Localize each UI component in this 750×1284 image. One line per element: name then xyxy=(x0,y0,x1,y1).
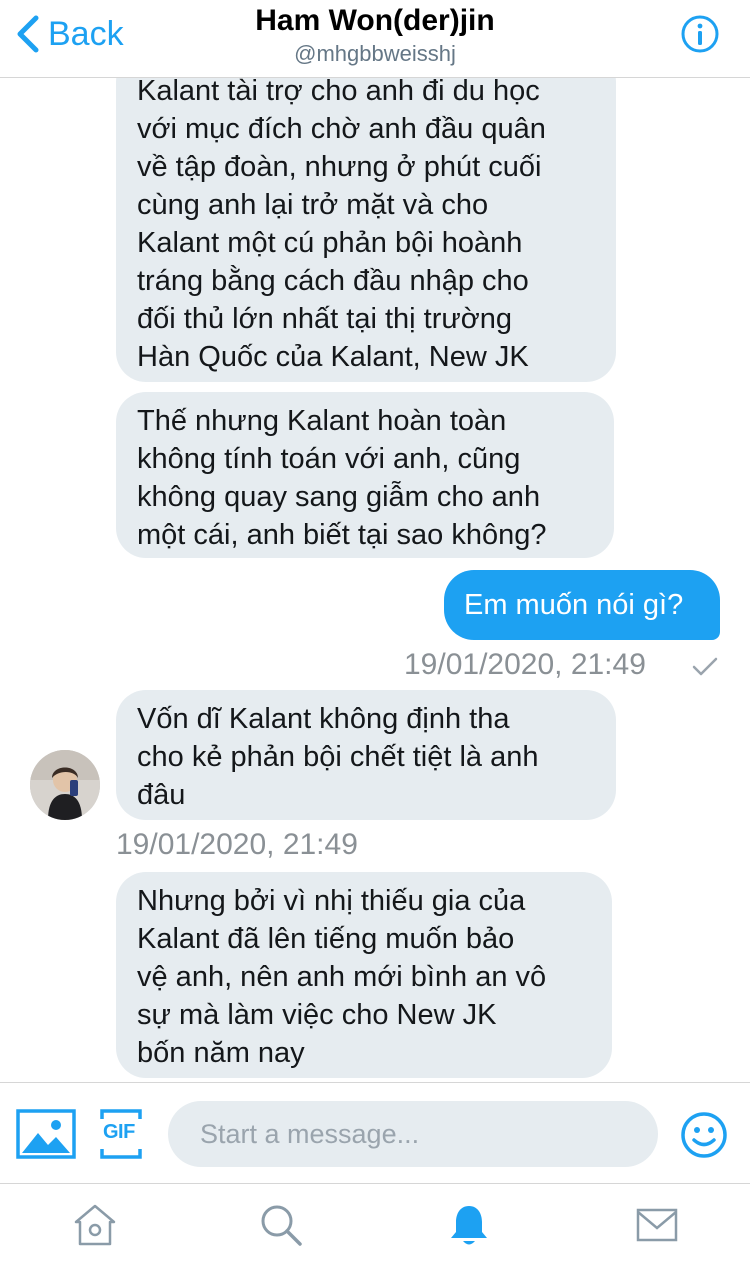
conversation-title-block[interactable]: Ham Won(der)jin @mhgbbweisshj xyxy=(0,0,750,68)
sent-check-icon xyxy=(692,657,718,676)
message-composer: GIF xyxy=(0,1082,750,1184)
avatar[interactable] xyxy=(30,750,100,820)
message-bubble-outgoing[interactable]: Em muốn nói gì? xyxy=(444,570,720,640)
emoji-icon[interactable] xyxy=(680,1111,728,1159)
gif-label: GIF xyxy=(103,1121,135,1143)
conversation-title: Ham Won(der)jin xyxy=(255,4,495,37)
search-icon[interactable] xyxy=(258,1202,304,1248)
conversation-header: Back Ham Won(der)jin @mhgbbweisshj xyxy=(0,0,750,78)
message-bubble-incoming[interactable]: Thế nhưng Kalant hoàn toàn không tính to… xyxy=(116,392,614,558)
home-icon[interactable] xyxy=(72,1202,118,1248)
message-bubble-incoming[interactable]: Kalant tài trợ cho anh đi du học với mục… xyxy=(116,52,616,382)
message-bubble-incoming[interactable]: Nhưng bởi vì nhị thiếu gia của Kalant đã… xyxy=(116,872,612,1078)
tab-bar xyxy=(0,1184,750,1284)
notifications-bell-icon[interactable] xyxy=(446,1202,492,1248)
message-input[interactable] xyxy=(168,1101,658,1167)
avatar-photo xyxy=(30,750,100,820)
messages-icon[interactable] xyxy=(634,1202,680,1248)
message-bubble-incoming[interactable]: Vốn dĩ Kalant không định tha cho kẻ phản… xyxy=(116,690,616,820)
image-icon[interactable] xyxy=(16,1109,76,1159)
message-text: Em muốn nói gì? xyxy=(464,589,684,621)
message-text: Vốn dĩ Kalant không định tha cho kẻ phản… xyxy=(137,703,539,811)
conversation-handle: @mhgbbweisshj xyxy=(294,41,456,66)
message-text: Thế nhưng Kalant hoàn toàn không tính to… xyxy=(137,405,547,551)
message-timestamp: 19/01/2020, 21:49 xyxy=(404,648,646,681)
info-icon[interactable] xyxy=(680,14,720,54)
message-text: Nhưng bởi vì nhị thiếu gia của Kalant đã… xyxy=(137,885,547,1069)
message-timestamp: 19/01/2020, 21:49 xyxy=(116,828,358,861)
gif-button[interactable]: GIF xyxy=(100,1109,142,1159)
message-text: Kalant tài trợ cho anh đi du học với mục… xyxy=(137,75,546,373)
